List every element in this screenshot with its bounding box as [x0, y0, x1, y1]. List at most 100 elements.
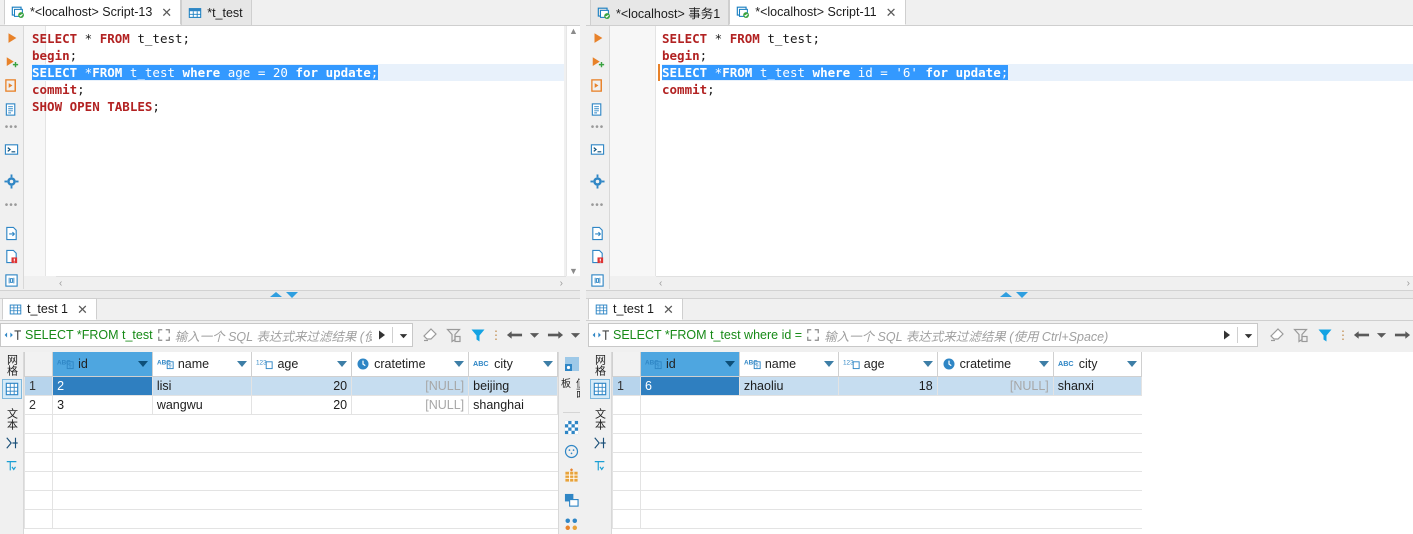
code-line[interactable]: SELECT *FROM t_test where id = '6' for u… — [658, 64, 1413, 81]
left-result-grid[interactable]: ABC 9 id ABC 9 name 123 age cratetime ABC city 1 2 li… — [24, 352, 558, 534]
editor-tab-transaction-1[interactable]: *<localhost> 事务1 — [590, 0, 730, 25]
column-header-city[interactable]: ABC city — [468, 352, 558, 377]
settings-gear-icon[interactable] — [589, 173, 607, 190]
table-cell[interactable]: 20 — [251, 375, 353, 396]
table-cell[interactable]: 3 — [52, 394, 153, 415]
close-icon[interactable]: ✕ — [161, 6, 172, 19]
scroll-up-icon[interactable]: ▲ — [569, 26, 578, 36]
right-result-grid[interactable]: ABC 9 id ABC 9 name 123 age cratetime ABC city 1 6 zh… — [612, 352, 1413, 534]
chevron-down-icon[interactable] — [1038, 360, 1049, 367]
splitter-up-icon[interactable] — [270, 292, 282, 297]
table-cell[interactable]: [NULL] — [351, 375, 470, 396]
table-cell[interactable]: shanxi — [1052, 375, 1143, 396]
export-data-icon[interactable] — [3, 225, 21, 242]
column-header-name[interactable]: ABC 9 name — [738, 352, 839, 377]
left-filter-query[interactable]: SELECT *FROM t_test — [25, 328, 153, 342]
code-line[interactable]: SELECT * FROM t_test; — [32, 30, 564, 47]
sql-terminal-icon[interactable] — [3, 141, 21, 158]
result-table[interactable]: ABC 9 id ABC 9 name 123 age cratetime ABC city 1 2 li… — [24, 352, 558, 529]
column-header-id[interactable]: ABC 9 id — [639, 352, 740, 377]
result-tab-t-test-1[interactable]: t_test 1 ✕ — [588, 298, 683, 320]
apply-filter-icon[interactable] — [1221, 329, 1233, 341]
row-number[interactable]: 1 — [24, 375, 54, 396]
toolbar-overflow-icon[interactable]: ⋮ — [490, 326, 502, 344]
prev-page-icon[interactable] — [1352, 326, 1370, 344]
editor-tab-script-13[interactable]: *<localhost> Script-13 ✕ — [4, 0, 182, 25]
column-header-age[interactable]: 123 age — [837, 352, 938, 377]
chevron-down-icon[interactable] — [454, 360, 465, 367]
left-editor-vscrollbar[interactable]: ▲ ▼ — [566, 26, 580, 276]
right-filter-input[interactable]: 输入一个 SQL 表达式来过滤结果 (使用 Ctrl+Space) — [824, 326, 1217, 345]
right-editor-hscrollbar[interactable]: ‹ › — [656, 276, 1413, 290]
chevron-down-icon[interactable] — [724, 360, 735, 367]
column-header-id[interactable]: ABC 9 id — [52, 352, 153, 377]
filter-active-icon[interactable] — [469, 326, 487, 344]
table-cell[interactable]: beijing — [468, 375, 558, 396]
settings-gear-icon[interactable] — [3, 173, 21, 190]
close-icon[interactable]: ✕ — [663, 303, 674, 316]
scroll-right-icon[interactable]: › — [560, 278, 563, 289]
grid-view-icon[interactable] — [1, 379, 22, 399]
error-log-icon[interactable] — [3, 249, 21, 266]
code-line[interactable]: begin; — [32, 47, 564, 64]
grid-view-label[interactable]: 网格 — [592, 354, 608, 376]
right-filter-bar[interactable]: SELECT *FROM t_test where id = 输入一个 SQL … — [588, 323, 1258, 347]
value-panel-icon[interactable] — [562, 354, 582, 373]
execute-new-tab-icon[interactable] — [589, 54, 607, 71]
table-cell[interactable]: 6 — [639, 375, 740, 396]
chevron-down-icon[interactable] — [337, 360, 348, 367]
close-icon[interactable]: ✕ — [886, 6, 897, 19]
splitter-down-icon[interactable] — [286, 291, 298, 298]
binary-icon[interactable] — [589, 272, 607, 289]
explain-plan-icon[interactable] — [3, 101, 21, 118]
apply-filter-icon[interactable] — [376, 329, 388, 341]
chevron-down-icon[interactable] — [543, 360, 553, 367]
row-header-corner[interactable] — [612, 352, 641, 377]
code-line[interactable]: commit; — [662, 81, 1413, 98]
grid-view-label[interactable]: 网格 — [4, 354, 20, 376]
clear-filter-icon[interactable] — [1268, 326, 1286, 344]
table-cell[interactable]: zhaoliu — [738, 375, 839, 396]
scroll-right-icon[interactable]: › — [1407, 278, 1410, 289]
dropdown-icon[interactable] — [397, 329, 410, 342]
error-log-icon[interactable] — [589, 249, 607, 266]
binary-icon[interactable] — [3, 272, 21, 289]
remove-filter-icon[interactable] — [1292, 326, 1310, 344]
execute-script-icon[interactable] — [3, 77, 21, 94]
row-number[interactable]: 1 — [612, 375, 641, 396]
next-page-icon[interactable] — [1393, 326, 1411, 344]
sql-terminal-icon[interactable] — [589, 141, 607, 158]
left-filter-input[interactable]: 输入一个 SQL 表达式来过滤结果 (使用 Ctrl+Space) — [175, 326, 372, 345]
table-cell[interactable]: 18 — [837, 375, 938, 396]
editor-tab-t-test[interactable]: *t_test — [181, 0, 252, 25]
execute-script-icon[interactable] — [589, 77, 607, 94]
next-page-icon[interactable] — [546, 326, 564, 344]
right-editor-code[interactable]: SELECT * FROM t_test; begin; SELECT *FROM … — [610, 30, 1413, 276]
chevron-down-icon[interactable] — [823, 360, 834, 367]
toolbar-overflow-icon[interactable]: ⋮ — [1337, 326, 1349, 344]
code-line[interactable]: SELECT *FROM t_test where age = 20 for u… — [32, 64, 564, 81]
splitter-up-icon[interactable] — [1000, 292, 1012, 297]
table-row[interactable]: 1 6 zhaoliu 18 [NULL] shanxi — [612, 375, 1143, 396]
scroll-left-icon[interactable]: ‹ — [659, 278, 662, 289]
expand-icon[interactable] — [157, 328, 171, 342]
chevron-down-icon[interactable] — [237, 360, 248, 367]
left-sql-editor[interactable]: SELECT * FROM t_test; begin; SELECT *FROM … — [24, 26, 564, 276]
chevron-down-icon[interactable] — [1127, 360, 1137, 367]
prev-page-icon[interactable] — [505, 326, 523, 344]
chevron-down-icon[interactable] — [922, 360, 933, 367]
table-cell[interactable]: 2 — [52, 375, 153, 396]
column-header-name[interactable]: ABC 9 name — [151, 352, 253, 377]
close-icon[interactable]: ✕ — [77, 303, 88, 316]
prev-page-menu-icon[interactable] — [529, 326, 540, 344]
filter-active-icon[interactable] — [1316, 326, 1334, 344]
export-data-icon[interactable] — [589, 225, 607, 242]
add-row-icon[interactable] — [562, 466, 582, 485]
dropdown-icon[interactable] — [1242, 329, 1255, 342]
left-filter-bar[interactable]: SELECT *FROM t_test 输入一个 SQL 表达式来过滤结果 (使… — [0, 323, 413, 347]
table-row[interactable]: 2 3 wangwu 20 [NULL] shanghai — [24, 394, 558, 415]
right-sql-editor[interactable]: SELECT * FROM t_test; begin; SELECT *FROM … — [610, 26, 1413, 276]
table-cell[interactable]: wangwu — [151, 394, 253, 415]
table-cell[interactable]: lisi — [151, 375, 253, 396]
maximize-panel-icon[interactable] — [562, 491, 582, 510]
